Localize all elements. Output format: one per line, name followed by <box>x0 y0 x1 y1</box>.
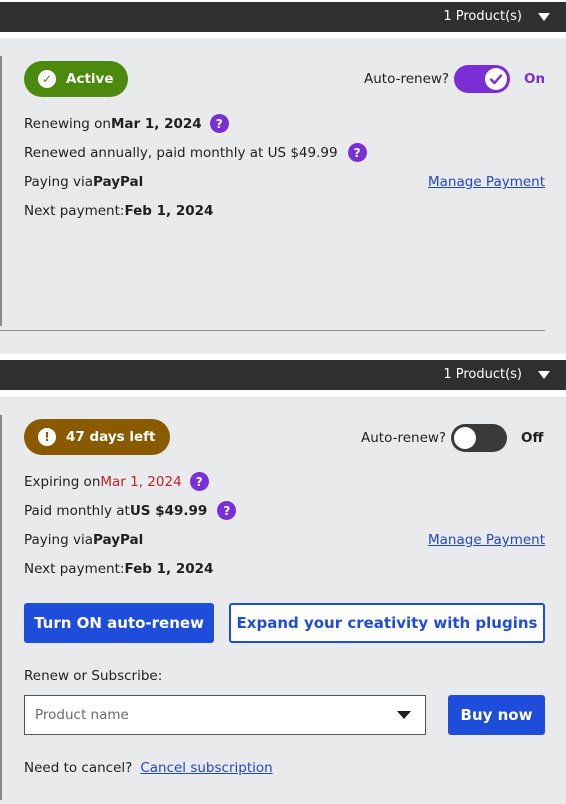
help-icon[interactable]: ? <box>217 501 237 520</box>
status-badge: ✓ Active <box>24 61 128 97</box>
toggle-knob <box>454 427 476 449</box>
check-icon <box>489 74 503 85</box>
help-icon[interactable]: ? <box>209 114 229 133</box>
paying-prefix: Paying via <box>24 532 93 548</box>
auto-renew-label: Auto-renew? <box>364 71 450 87</box>
payment-method-row: Paying via PayPal <box>24 174 143 190</box>
status-label: Active <box>66 71 114 87</box>
help-icon[interactable]: ? <box>189 472 209 491</box>
renewal-date: Mar 1, 2024 <box>110 115 202 132</box>
renew-label: Renew or Subscribe: <box>24 668 163 684</box>
cancel-subscription-link[interactable]: Cancel subscription <box>140 760 272 776</box>
check-circle-icon: ✓ <box>38 70 56 88</box>
next-payment-row: Next payment: Feb 1, 2024 <box>24 203 213 219</box>
paying-method: PayPal <box>92 174 144 190</box>
plugins-button[interactable]: Expand your creativity with plugins <box>229 603 545 643</box>
expiry-date: Mar 1, 2024 <box>100 473 182 490</box>
renewal-prefix: Renewing on <box>24 115 111 132</box>
paying-method: PayPal <box>92 532 144 548</box>
expiry-row: Expiring on Mar 1, 2024 ? <box>24 472 209 491</box>
payment-method-row: Paying via PayPal <box>24 532 143 548</box>
card-divider <box>0 330 545 331</box>
auto-renew-label: Auto-renew? <box>361 430 447 446</box>
subscription-card: ! 47 days left Auto-renew? Off Expiring … <box>0 397 566 804</box>
manage-payment-link[interactable]: Manage Payment <box>428 532 545 548</box>
cancel-row: Need to cancel? Cancel subscription <box>24 760 273 776</box>
help-icon[interactable]: ? <box>347 143 367 162</box>
next-payment-prefix: Next payment: <box>24 203 125 219</box>
product-select[interactable]: Product name <box>24 695 426 735</box>
exclamation-circle-icon: ! <box>38 428 56 446</box>
next-payment-row: Next payment: Feb 1, 2024 <box>24 561 213 577</box>
next-payment-prefix: Next payment: <box>24 561 125 577</box>
auto-renew-toggle[interactable] <box>451 424 507 452</box>
billing-row: Renewed annually, paid monthly at US $49… <box>24 143 367 162</box>
toggle-knob <box>485 68 507 90</box>
status-badge: ! 47 days left <box>24 419 170 455</box>
products-bar[interactable]: 1 Product(s) <box>0 360 566 390</box>
status-label: 47 days left <box>66 429 156 445</box>
turn-on-auto-renew-button[interactable]: Turn ON auto-renew <box>24 603 214 643</box>
billing-text: Renewed annually, paid monthly at US $49… <box>24 144 338 161</box>
chevron-down-icon[interactable] <box>538 13 550 21</box>
products-count: 1 Product(s) <box>443 9 522 24</box>
next-payment-date: Feb 1, 2024 <box>124 203 214 219</box>
manage-payment-link[interactable]: Manage Payment <box>428 174 545 190</box>
auto-renew-toggle[interactable] <box>454 65 510 93</box>
card-left-border <box>0 56 2 326</box>
chevron-down-icon[interactable] <box>538 371 550 379</box>
billing-row: Paid monthly at US $49.99 ? <box>24 501 237 520</box>
auto-renew-state: On <box>524 71 546 87</box>
next-payment-date: Feb 1, 2024 <box>124 561 214 577</box>
billing-prefix: Paid monthly at <box>24 502 130 519</box>
billing-price: US $49.99 <box>129 502 208 519</box>
renewal-row: Renewing on Mar 1, 2024 ? <box>24 114 229 133</box>
chevron-down-icon <box>397 711 411 719</box>
cancel-prefix: Need to cancel? <box>24 760 133 776</box>
products-count: 1 Product(s) <box>443 367 522 382</box>
product-select-placeholder: Product name <box>35 707 129 723</box>
products-bar[interactable]: 1 Product(s) <box>0 2 566 32</box>
subscription-card: ✓ Active Auto-renew? On Renewing on Mar … <box>0 38 566 354</box>
auto-renew-state: Off <box>521 430 544 446</box>
paying-prefix: Paying via <box>24 174 93 190</box>
card-left-border <box>0 415 2 800</box>
buy-now-button[interactable]: Buy now <box>448 695 545 735</box>
expiry-prefix: Expiring on <box>24 473 101 490</box>
